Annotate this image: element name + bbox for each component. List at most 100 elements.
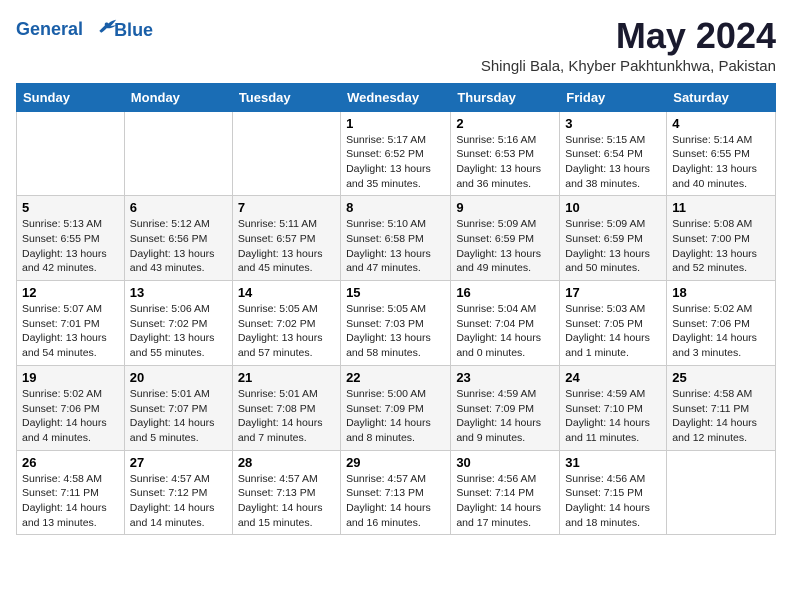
calendar-week-row: 19Sunrise: 5:02 AMSunset: 7:06 PMDayligh… [17,365,776,450]
day-number: 4 [672,116,770,131]
calendar-cell: 22 Sunrise: 5:00 AMSunset: 7:09 PMDayligh… [341,365,451,450]
day-info: Sunrise: 5:14 AMSunset: 6:55 PMDaylight:… [672,133,770,192]
day-info: Sunrise: 5:09 AMSunset: 6:59 PMDaylight:… [456,217,554,276]
day-number: 23 [456,370,554,385]
day-number: 18 [672,285,770,300]
day-number: 5 [22,200,119,215]
day-info: Sunrise: 4:56 AMSunset: 7:14 PMDaylight:… [456,472,554,531]
calendar-cell: 26Sunrise: 4:58 AMSunset: 7:11 PMDayligh… [17,450,125,535]
day-info: Sunrise: 4:58 AMSunset: 7:11 PMDaylight:… [672,387,770,446]
day-number: 25 [672,370,770,385]
calendar-cell: 12 Sunrise: 5:07 AMSunset: 7:01 PMDayligh… [17,281,125,366]
day-info: Sunrise: 4:57 AMSunset: 7:13 PMDaylight:… [346,472,445,531]
day-info: Sunrise: 5:07 AMSunset: 7:01 PMDaylight:… [22,302,119,361]
day-info: Sunrise: 5:06 AMSunset: 7:02 PMDaylight:… [130,302,227,361]
day-number: 15 [346,285,445,300]
calendar-cell: 1 Sunrise: 5:17 AMSunset: 6:52 PMDaylight… [341,111,451,196]
calendar-cell [124,111,232,196]
day-info: Sunrise: 5:15 AMSunset: 6:54 PMDaylight:… [565,133,661,192]
day-number: 8 [346,200,445,215]
calendar-cell: 31 Sunrise: 4:56 AMSunset: 7:15 PMDayligh… [560,450,667,535]
calendar-header-saturday: Saturday [667,83,776,111]
calendar-header-thursday: Thursday [451,83,560,111]
title-block: May 2024 Shingli Bala, Khyber Pakhtunkhw… [481,16,776,75]
calendar-cell: 29 Sunrise: 4:57 AMSunset: 7:13 PMDayligh… [341,450,451,535]
logo: General Blue [16,16,153,44]
calendar-header-friday: Friday [560,83,667,111]
logo-text: General [16,16,118,44]
calendar-cell: 4 Sunrise: 5:14 AMSunset: 6:55 PMDaylight… [667,111,776,196]
day-number: 14 [238,285,335,300]
calendar-cell: 11Sunrise: 5:08 AMSunset: 7:00 PMDayligh… [667,196,776,281]
calendar-cell [232,111,340,196]
calendar-week-row: 12 Sunrise: 5:07 AMSunset: 7:01 PMDayligh… [17,281,776,366]
calendar-header-tuesday: Tuesday [232,83,340,111]
calendar-cell: 21 Sunrise: 5:01 AMSunset: 7:08 PMDayligh… [232,365,340,450]
calendar-cell: 20 Sunrise: 5:01 AMSunset: 7:07 PMDayligh… [124,365,232,450]
day-number: 17 [565,285,661,300]
calendar-cell: 15 Sunrise: 5:05 AMSunset: 7:03 PMDayligh… [341,281,451,366]
day-info: Sunrise: 4:58 AMSunset: 7:11 PMDaylight:… [22,472,119,531]
calendar-cell: 24Sunrise: 4:59 AMSunset: 7:10 PMDayligh… [560,365,667,450]
day-info: Sunrise: 5:03 AMSunset: 7:05 PMDaylight:… [565,302,661,361]
calendar-cell: 13Sunrise: 5:06 AMSunset: 7:02 PMDayligh… [124,281,232,366]
calendar-cell [17,111,125,196]
day-info: Sunrise: 5:01 AMSunset: 7:07 PMDaylight:… [130,387,227,446]
day-info: Sunrise: 5:02 AMSunset: 7:06 PMDaylight:… [672,302,770,361]
day-number: 24 [565,370,661,385]
subtitle: Shingli Bala, Khyber Pakhtunkhwa, Pakist… [481,58,776,75]
calendar-cell: 23 Sunrise: 4:59 AMSunset: 7:09 PMDayligh… [451,365,560,450]
day-info: Sunrise: 5:13 AMSunset: 6:55 PMDaylight:… [22,217,119,276]
day-info: Sunrise: 5:12 AMSunset: 6:56 PMDaylight:… [130,217,227,276]
calendar-cell: 6 Sunrise: 5:12 AMSunset: 6:56 PMDaylight… [124,196,232,281]
calendar-week-row: 1 Sunrise: 5:17 AMSunset: 6:52 PMDaylight… [17,111,776,196]
day-info: Sunrise: 5:05 AMSunset: 7:02 PMDaylight:… [238,302,335,361]
day-info: Sunrise: 5:09 AMSunset: 6:59 PMDaylight:… [565,217,661,276]
day-number: 16 [456,285,554,300]
calendar-cell: 16 Sunrise: 5:04 AMSunset: 7:04 PMDayligh… [451,281,560,366]
calendar-table: SundayMondayTuesdayWednesdayThursdayFrid… [16,83,776,536]
day-info: Sunrise: 5:00 AMSunset: 7:09 PMDaylight:… [346,387,445,446]
day-info: Sunrise: 5:08 AMSunset: 7:00 PMDaylight:… [672,217,770,276]
day-number: 20 [130,370,227,385]
calendar-cell: 9Sunrise: 5:09 AMSunset: 6:59 PMDaylight… [451,196,560,281]
calendar-cell: 19Sunrise: 5:02 AMSunset: 7:06 PMDayligh… [17,365,125,450]
day-number: 22 [346,370,445,385]
day-number: 29 [346,455,445,470]
day-info: Sunrise: 5:01 AMSunset: 7:08 PMDaylight:… [238,387,335,446]
calendar-cell [667,450,776,535]
calendar-cell: 18 Sunrise: 5:02 AMSunset: 7:06 PMDayligh… [667,281,776,366]
day-number: 30 [456,455,554,470]
calendar-cell: 14 Sunrise: 5:05 AMSunset: 7:02 PMDayligh… [232,281,340,366]
calendar-cell: 8Sunrise: 5:10 AMSunset: 6:58 PMDaylight… [341,196,451,281]
day-number: 12 [22,285,119,300]
calendar-week-row: 5 Sunrise: 5:13 AMSunset: 6:55 PMDaylight… [17,196,776,281]
calendar-cell: 2Sunrise: 5:16 AMSunset: 6:53 PMDaylight… [451,111,560,196]
day-info: Sunrise: 5:04 AMSunset: 7:04 PMDaylight:… [456,302,554,361]
calendar-cell: 28Sunrise: 4:57 AMSunset: 7:13 PMDayligh… [232,450,340,535]
day-info: Sunrise: 5:05 AMSunset: 7:03 PMDaylight:… [346,302,445,361]
main-title: May 2024 [481,16,776,56]
day-info: Sunrise: 4:59 AMSunset: 7:09 PMDaylight:… [456,387,554,446]
calendar-cell: 7Sunrise: 5:11 AMSunset: 6:57 PMDaylight… [232,196,340,281]
calendar-header-sunday: Sunday [17,83,125,111]
calendar-cell: 27 Sunrise: 4:57 AMSunset: 7:12 PMDayligh… [124,450,232,535]
logo-line2: Blue [114,20,153,41]
day-number: 27 [130,455,227,470]
day-info: Sunrise: 5:17 AMSunset: 6:52 PMDaylight:… [346,133,445,192]
header: General Blue May 2024 Shingli Bala, Khyb… [16,16,776,75]
day-number: 3 [565,116,661,131]
day-number: 21 [238,370,335,385]
calendar-header-wednesday: Wednesday [341,83,451,111]
day-number: 6 [130,200,227,215]
calendar-cell: 25 Sunrise: 4:58 AMSunset: 7:11 PMDayligh… [667,365,776,450]
day-number: 28 [238,455,335,470]
day-number: 31 [565,455,661,470]
calendar-cell: 5 Sunrise: 5:13 AMSunset: 6:55 PMDaylight… [17,196,125,281]
calendar-cell: 3 Sunrise: 5:15 AMSunset: 6:54 PMDaylight… [560,111,667,196]
day-number: 1 [346,116,445,131]
day-info: Sunrise: 4:56 AMSunset: 7:15 PMDaylight:… [565,472,661,531]
calendar-header-row: SundayMondayTuesdayWednesdayThursdayFrid… [17,83,776,111]
day-info: Sunrise: 4:57 AMSunset: 7:12 PMDaylight:… [130,472,227,531]
day-info: Sunrise: 5:11 AMSunset: 6:57 PMDaylight:… [238,217,335,276]
